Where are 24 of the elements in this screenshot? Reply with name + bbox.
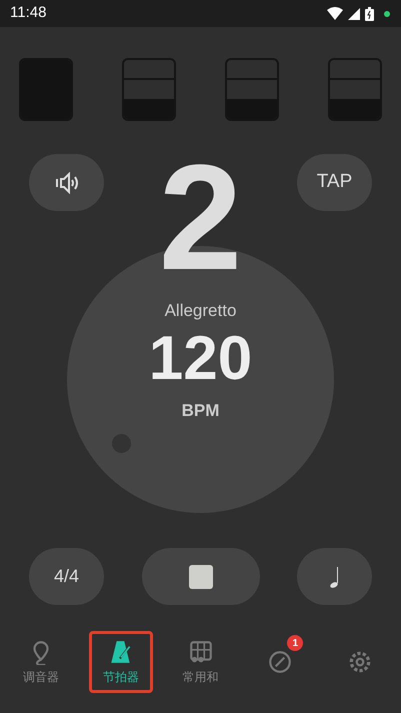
- status-time: 11:48: [10, 3, 46, 24]
- beat-box[interactable]: [122, 58, 176, 121]
- nav-tab[interactable]: 常用和: [168, 631, 232, 693]
- speaker-icon: [54, 172, 80, 194]
- nav-tab[interactable]: 节拍器: [88, 631, 153, 693]
- tempo-name: Allegretto: [164, 300, 236, 322]
- beat-box[interactable]: [19, 58, 73, 121]
- beat-box[interactable]: [328, 58, 382, 121]
- time-signature-button[interactable]: 4/4: [29, 548, 104, 605]
- chord-grid-icon: [188, 638, 214, 664]
- tap-button[interactable]: TAP: [297, 154, 372, 211]
- notification-badge: 1: [287, 635, 304, 651]
- settings-icon: [347, 649, 373, 675]
- bpm-value: 120: [148, 328, 252, 390]
- battery-icon: [365, 6, 374, 20]
- stop-icon: [188, 564, 212, 588]
- stop-button[interactable]: [142, 548, 260, 605]
- bpm-unit: BPM: [182, 400, 220, 422]
- nav-tab[interactable]: 1: [248, 631, 312, 693]
- current-beat: 2: [158, 142, 242, 292]
- wifi-icon: [327, 7, 343, 20]
- signal-icon: [348, 8, 360, 20]
- nav-tab[interactable]: 调音器: [9, 631, 73, 693]
- beat-box[interactable]: [225, 58, 279, 121]
